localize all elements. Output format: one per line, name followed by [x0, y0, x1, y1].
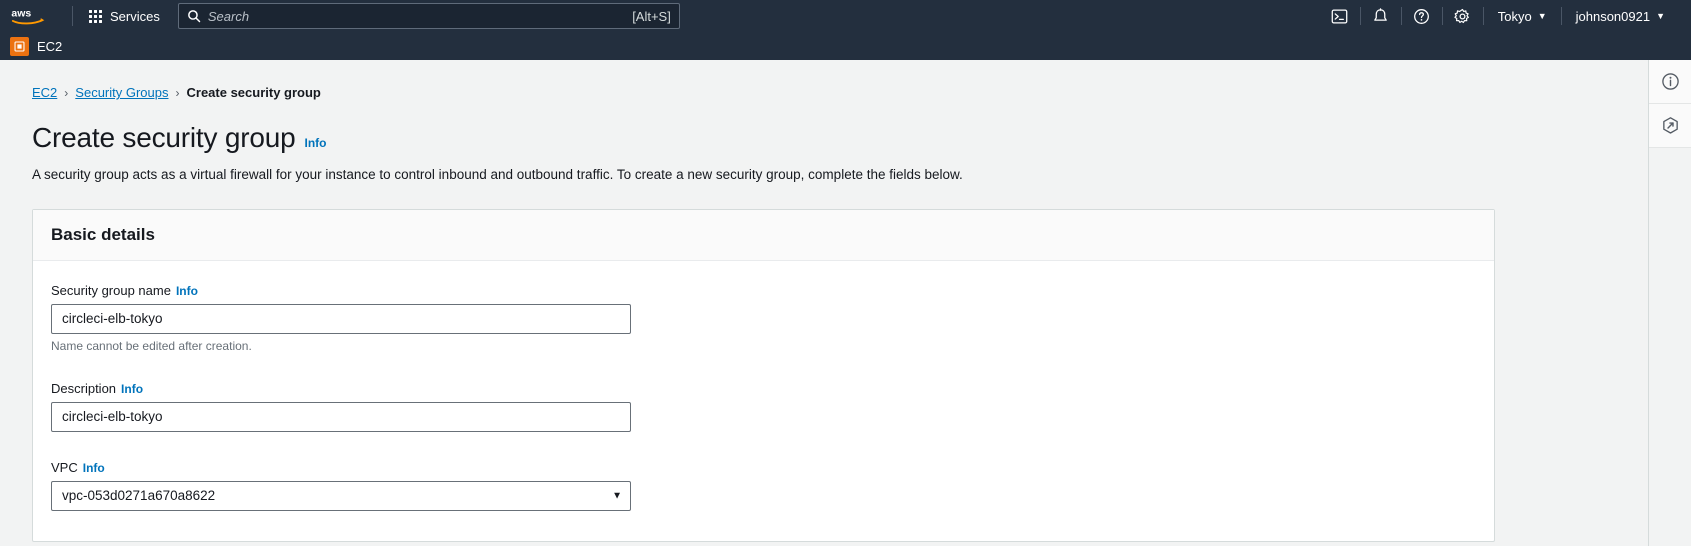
basic-details-header: Basic details: [33, 209, 1494, 261]
search-icon: [187, 10, 201, 23]
right-rail: [1648, 60, 1691, 546]
description-label-row: Description Info: [51, 381, 1476, 396]
settings-gear-icon: [1454, 8, 1470, 23]
page-body: EC2 › Security Groups › Create security …: [0, 60, 1691, 546]
cloudshell-button[interactable]: [1320, 0, 1360, 32]
notifications-bell-icon: [1374, 7, 1388, 21]
region-selector[interactable]: Tokyo ▼: [1484, 0, 1561, 32]
page-description: A security group acts as a virtual firew…: [32, 167, 963, 182]
basic-details-title: Basic details: [51, 224, 155, 244]
cloudshell-icon: [1331, 8, 1348, 24]
aws-logo[interactable]: aws: [10, 6, 52, 26]
security-group-name-info-link[interactable]: Info: [176, 284, 198, 298]
vpc-info-link[interactable]: Info: [83, 461, 105, 475]
breadcrumb-separator-icon: ›: [175, 85, 180, 100]
vpc-select[interactable]: vpc-053d0271a670a8622: [51, 480, 631, 511]
security-group-name-label: Security group name: [51, 282, 171, 298]
services-menu-button[interactable]: Services: [83, 5, 166, 28]
chevron-down-icon: ▼: [1537, 10, 1547, 21]
security-group-name-input[interactable]: [51, 303, 631, 334]
waffle-grid-icon: [89, 9, 102, 23]
shortcuts-panel-button[interactable]: [1649, 104, 1691, 148]
page-title-row: Create security group Info: [32, 122, 1648, 154]
service-bar: EC2: [0, 32, 1691, 60]
description-field: Description Info: [51, 381, 1476, 432]
service-name-ec2[interactable]: EC2: [37, 39, 62, 54]
ec2-icon: [10, 36, 29, 56]
info-panel-button[interactable]: [1649, 60, 1691, 104]
breadcrumb: EC2 › Security Groups › Create security …: [32, 60, 1648, 100]
vpc-label: VPC: [51, 459, 78, 475]
hexagon-arrow-icon: [1662, 117, 1678, 134]
description-info-link[interactable]: Info: [121, 382, 143, 396]
help-button[interactable]: [1402, 0, 1442, 32]
breadcrumb-item-security-groups[interactable]: Security Groups: [75, 85, 168, 100]
main-content: EC2 › Security Groups › Create security …: [0, 60, 1648, 546]
svg-text:aws: aws: [11, 8, 31, 20]
top-navigation-bar: aws Services [Alt+S]: [0, 0, 1691, 32]
breadcrumb-item-current: Create security group: [186, 85, 321, 100]
security-group-name-field: Security group name Info Name cannot be …: [51, 283, 1476, 353]
nav-divider: [72, 6, 73, 26]
field-spacer: [51, 448, 1476, 460]
search-input[interactable]: [207, 8, 626, 24]
settings-button[interactable]: [1443, 0, 1483, 32]
description-label: Description: [51, 380, 117, 396]
page-title: Create security group: [32, 122, 296, 153]
vpc-selected-value: vpc-053d0271a670a8622: [62, 488, 216, 504]
info-circle-icon: [1661, 73, 1679, 90]
security-group-name-label-row: Security group name Info: [51, 283, 1476, 298]
top-nav-right-group: Tokyo ▼ johnson0921 ▼: [1320, 0, 1679, 32]
basic-details-body: Security group name Info Name cannot be …: [33, 261, 1494, 541]
field-spacer: [51, 369, 1476, 381]
notifications-button[interactable]: [1361, 0, 1401, 32]
help-icon: [1414, 8, 1430, 24]
vpc-select-wrapper: vpc-053d0271a670a8622 ▼: [51, 480, 631, 511]
search-shortcut-hint: [Alt+S]: [632, 8, 671, 24]
description-input[interactable]: [51, 401, 631, 432]
breadcrumb-item-ec2[interactable]: EC2: [32, 85, 57, 100]
account-menu[interactable]: johnson0921 ▼: [1562, 0, 1679, 32]
services-label: Services: [110, 8, 160, 24]
global-search-bar[interactable]: [Alt+S]: [177, 3, 680, 29]
basic-details-card: Basic details Security group name Info N…: [32, 208, 1495, 542]
breadcrumb-separator-icon: ›: [64, 85, 69, 100]
chevron-down-icon: ▼: [1656, 10, 1665, 21]
vpc-label-row: VPC Info: [51, 460, 1476, 475]
security-group-name-helper-text: Name cannot be edited after creation.: [51, 338, 252, 353]
page-title-info-link[interactable]: Info: [304, 136, 326, 150]
region-label: Tokyo: [1497, 8, 1532, 24]
account-label: johnson0921: [1575, 8, 1651, 24]
vpc-field: VPC Info vpc-053d0271a670a8622 ▼: [51, 460, 1476, 511]
